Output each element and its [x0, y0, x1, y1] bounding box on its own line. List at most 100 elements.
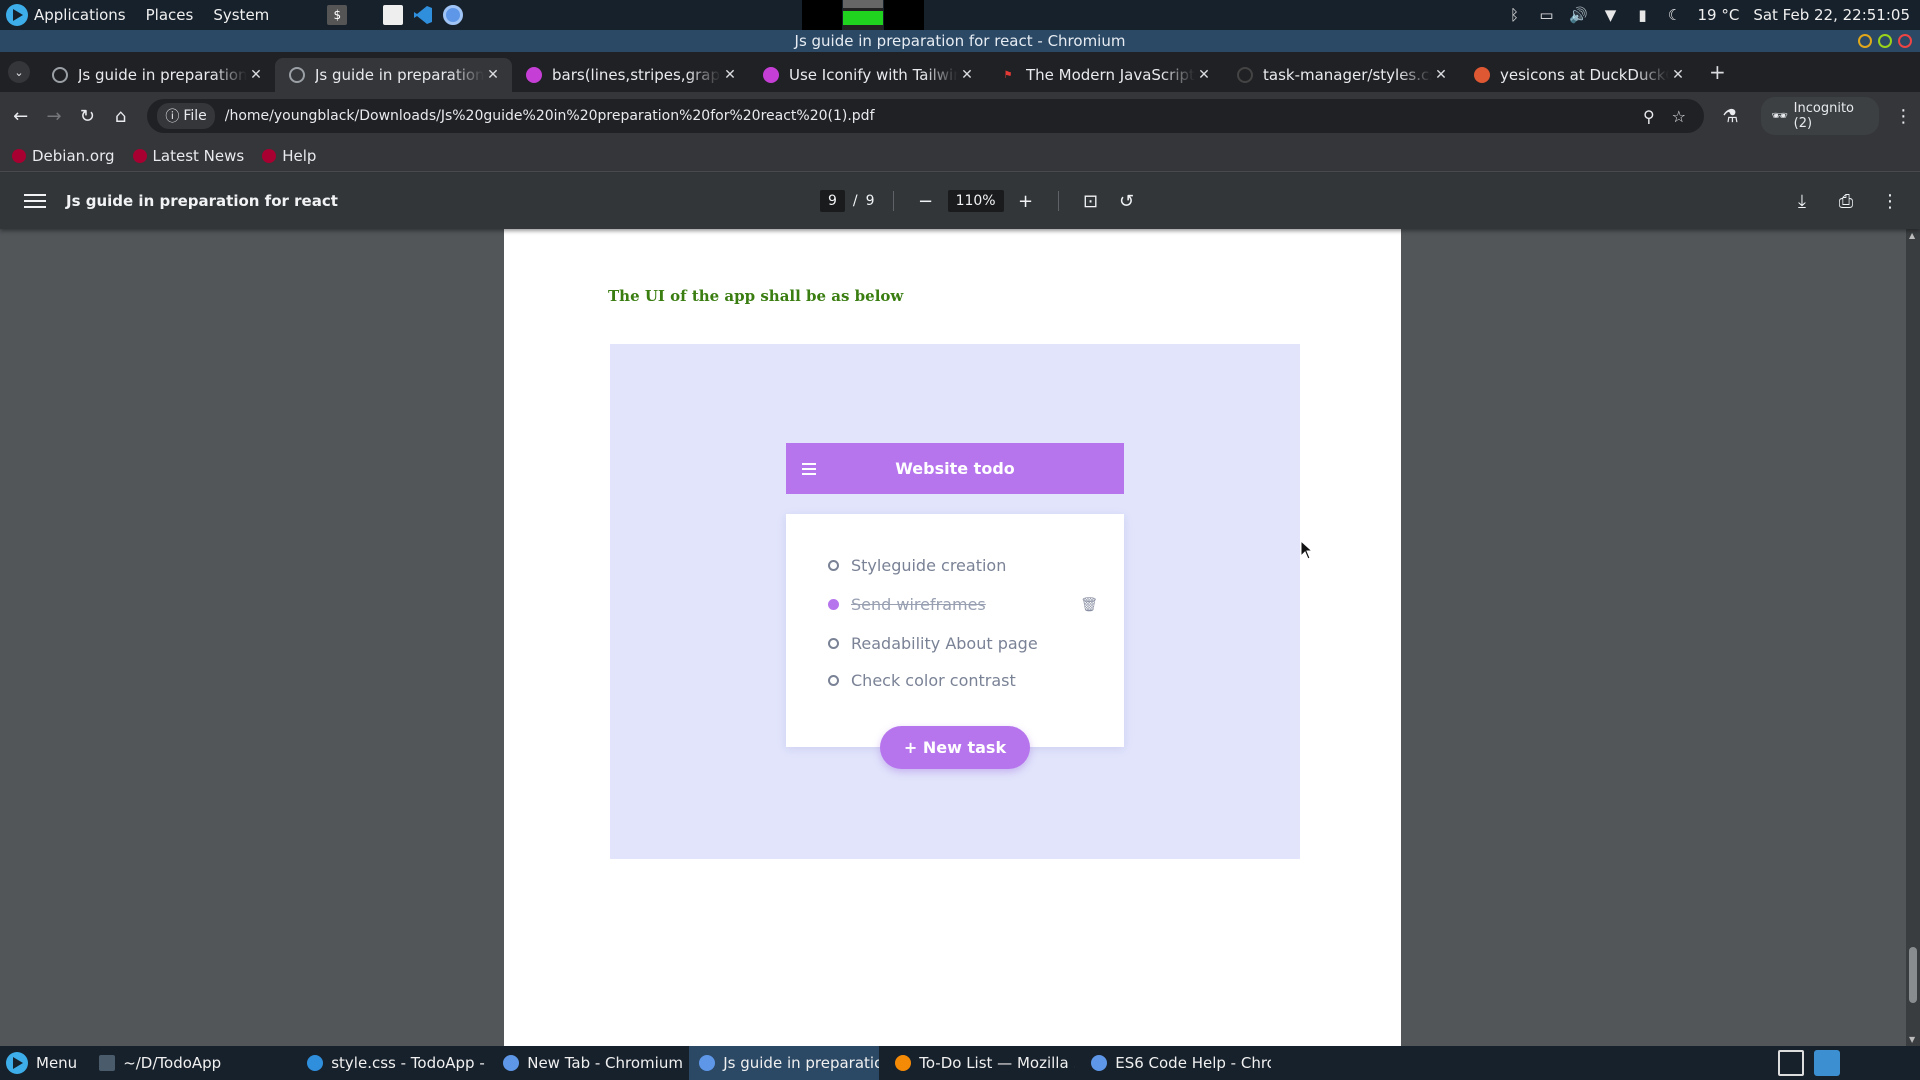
page-separator: /	[852, 193, 858, 209]
scroll-down-arrow-icon[interactable]: ▼	[1909, 1035, 1915, 1044]
taskbar-item-chromium-newtab[interactable]: New Tab - Chromium	[493, 1046, 683, 1080]
bookmarks-bar: Debian.org Latest News Help	[0, 140, 1920, 172]
tab-6[interactable]: task-manager/styles.css ✕	[1223, 58, 1460, 92]
close-icon[interactable]: ✕	[484, 67, 502, 83]
pdf-viewer[interactable]: The UI of the app shall be as below Webs…	[0, 229, 1920, 1046]
url-text[interactable]: /home/youngblack/Downloads/Js%20guide%20…	[225, 108, 1634, 124]
fit-to-page-icon[interactable]: ⊡	[1077, 191, 1105, 212]
site-info-chip[interactable]: ⓘ File	[157, 103, 215, 129]
iconify-icon	[526, 67, 542, 83]
zoom-level-input[interactable]: 110%	[947, 190, 1004, 212]
workspace-switcher[interactable]	[802, 0, 925, 30]
maximize-button[interactable]	[1878, 34, 1892, 48]
viewer-scrollbar[interactable]: ▲ ▼	[1906, 229, 1920, 1046]
back-arrow-icon[interactable]: ←	[4, 98, 37, 134]
mockup-task-item: Send wireframes 🗑	[828, 595, 1098, 614]
tab-5[interactable]: ⚑ The Modern JavaScript Tutorial ✕	[986, 58, 1223, 92]
tab-4[interactable]: Use Iconify with Tailwind CSS ✕	[749, 58, 986, 92]
battery-icon[interactable]: ▮	[1633, 6, 1651, 24]
reload-icon[interactable]: ↻	[71, 98, 104, 134]
home-icon[interactable]: ⌂	[104, 98, 137, 134]
mockup-title: Website todo	[895, 459, 1015, 478]
chromium-launcher-icon[interactable]	[443, 5, 464, 25]
pdf-section-heading: The UI of the app shall be as below	[608, 287, 904, 305]
new-tab-plus-icon[interactable]: +	[1709, 60, 1726, 84]
close-window-button[interactable]	[1898, 34, 1912, 48]
taskbar-item-file-manager[interactable]: ~/D/TodoApp	[89, 1046, 231, 1080]
minimize-button[interactable]	[1858, 34, 1872, 48]
tab-7[interactable]: yesicons at DuckDuckGo ✕	[1460, 58, 1697, 92]
browser-menu-kebab-icon[interactable]: ⋮	[1887, 98, 1920, 134]
close-icon[interactable]: ✕	[247, 67, 265, 83]
taskbar-item-label: Js guide in preparatio...	[723, 1054, 880, 1072]
print-icon[interactable]: ⎙	[1832, 191, 1860, 212]
zoom-in-plus-icon[interactable]: +	[1012, 191, 1040, 212]
bluetooth-icon[interactable]: ᛒ	[1505, 6, 1523, 24]
applications-logo-icon[interactable]	[6, 4, 28, 26]
incognito-badge[interactable]: 🕶 Incognito (2)	[1761, 97, 1879, 135]
more-options-kebab-icon[interactable]: ⋮	[1876, 191, 1904, 212]
volume-icon[interactable]: 🔊	[1569, 6, 1588, 24]
download-icon[interactable]: ⤓	[1788, 191, 1816, 212]
page-total: 9	[865, 193, 875, 209]
workspace-1[interactable]	[802, 0, 842, 30]
window-title-bar[interactable]: Js guide in preparation for react - Chro…	[0, 30, 1920, 52]
scroll-up-arrow-icon[interactable]: ▲	[1909, 231, 1915, 240]
site-chip-label: File	[183, 108, 207, 124]
tab-3[interactable]: bars(lines,stripes,graph,chart) ✕	[512, 58, 749, 92]
tab-1[interactable]: Js guide in preparation for react ✕	[38, 58, 275, 92]
bookmark-star-icon[interactable]: ☆	[1664, 107, 1694, 126]
clock[interactable]: Sat Feb 22, 22:51:05	[1753, 6, 1910, 24]
bookmark-help[interactable]: Help	[262, 147, 316, 165]
vscode-launcher-icon[interactable]	[413, 5, 433, 25]
start-menu-button[interactable]: Menu	[0, 1052, 89, 1074]
menu-applications[interactable]: Applications	[34, 6, 126, 24]
zoom-magnifier-icon[interactable]: ⚲	[1634, 107, 1664, 126]
terminal-launcher-icon[interactable]: $	[327, 5, 348, 25]
labs-flask-icon[interactable]: ⚗	[1714, 98, 1747, 134]
mockup-task-card: Styleguide creation Send wireframes 🗑 Re…	[786, 514, 1124, 747]
close-icon[interactable]: ✕	[1669, 67, 1687, 83]
close-icon[interactable]: ✕	[1432, 67, 1450, 83]
menu-logo-icon	[6, 1052, 28, 1074]
taskbar-item-label: New Tab - Chromium	[527, 1054, 683, 1072]
chromium-icon	[1091, 1055, 1108, 1071]
display-icon[interactable]: ▭	[1537, 6, 1555, 24]
tab-search-chevron-icon[interactable]: ⌄	[8, 61, 30, 83]
menu-system[interactable]: System	[213, 6, 269, 24]
os-taskbar: Menu ~/D/TodoApp style.css - TodoApp - .…	[0, 1046, 1920, 1080]
chromium-tray-icon[interactable]	[1814, 1050, 1840, 1076]
workspace-3[interactable]	[884, 0, 924, 30]
mockup-new-task-button: + New task	[880, 726, 1030, 769]
text-editor-launcher-icon[interactable]	[383, 5, 404, 25]
close-icon[interactable]: ✕	[1195, 67, 1213, 83]
taskbar-item-chromium-js-guide[interactable]: Js guide in preparatio...	[689, 1046, 880, 1080]
scrollbar-thumb[interactable]	[1909, 947, 1917, 1003]
taskbar-item-chromium-es6[interactable]: ES6 Code Help - Chro...	[1081, 1046, 1271, 1080]
system-tray: ᛒ ▭ 🔊 ▼ ▮ ☾ 19 °C Sat Feb 22, 22:51:05	[1505, 0, 1920, 30]
workspace-2[interactable]	[843, 0, 883, 30]
zoom-out-minus-icon[interactable]: −	[912, 191, 940, 212]
menu-places[interactable]: Places	[146, 6, 194, 24]
browser-toolbar: ← → ↻ ⌂ ⓘ File /home/youngblack/Download…	[0, 92, 1920, 140]
tab-2[interactable]: Js guide in preparation for react ✕	[275, 58, 512, 92]
bookmark-latest-news[interactable]: Latest News	[132, 147, 244, 165]
taskbar-item-firefox[interactable]: To-Do List — Mozilla ...	[885, 1046, 1075, 1080]
mockup-header: Website todo	[786, 443, 1124, 494]
weather-temperature[interactable]: 19 °C	[1697, 6, 1739, 24]
pdf-sidebar-menu-icon[interactable]	[24, 194, 46, 208]
info-icon: ⓘ	[165, 109, 180, 125]
close-icon[interactable]: ✕	[958, 67, 976, 83]
rotate-icon[interactable]: ↺	[1113, 191, 1141, 212]
close-icon[interactable]: ✕	[721, 67, 739, 83]
forward-arrow-icon[interactable]: →	[37, 98, 70, 134]
taskbar-item-vscode[interactable]: style.css - TodoApp - ...	[297, 1046, 487, 1080]
address-bar[interactable]: ⓘ File /home/youngblack/Downloads/Js%20g…	[147, 99, 1704, 133]
page-number-input[interactable]: 9	[820, 190, 845, 212]
bookmark-debian[interactable]: Debian.org	[12, 147, 115, 165]
screenshot-tool-icon[interactable]	[1778, 1050, 1804, 1076]
vscode-icon	[307, 1055, 324, 1071]
wifi-icon[interactable]: ▼	[1601, 6, 1619, 24]
task-label: Readability About page	[851, 634, 1038, 653]
duckduckgo-icon	[1474, 67, 1490, 83]
